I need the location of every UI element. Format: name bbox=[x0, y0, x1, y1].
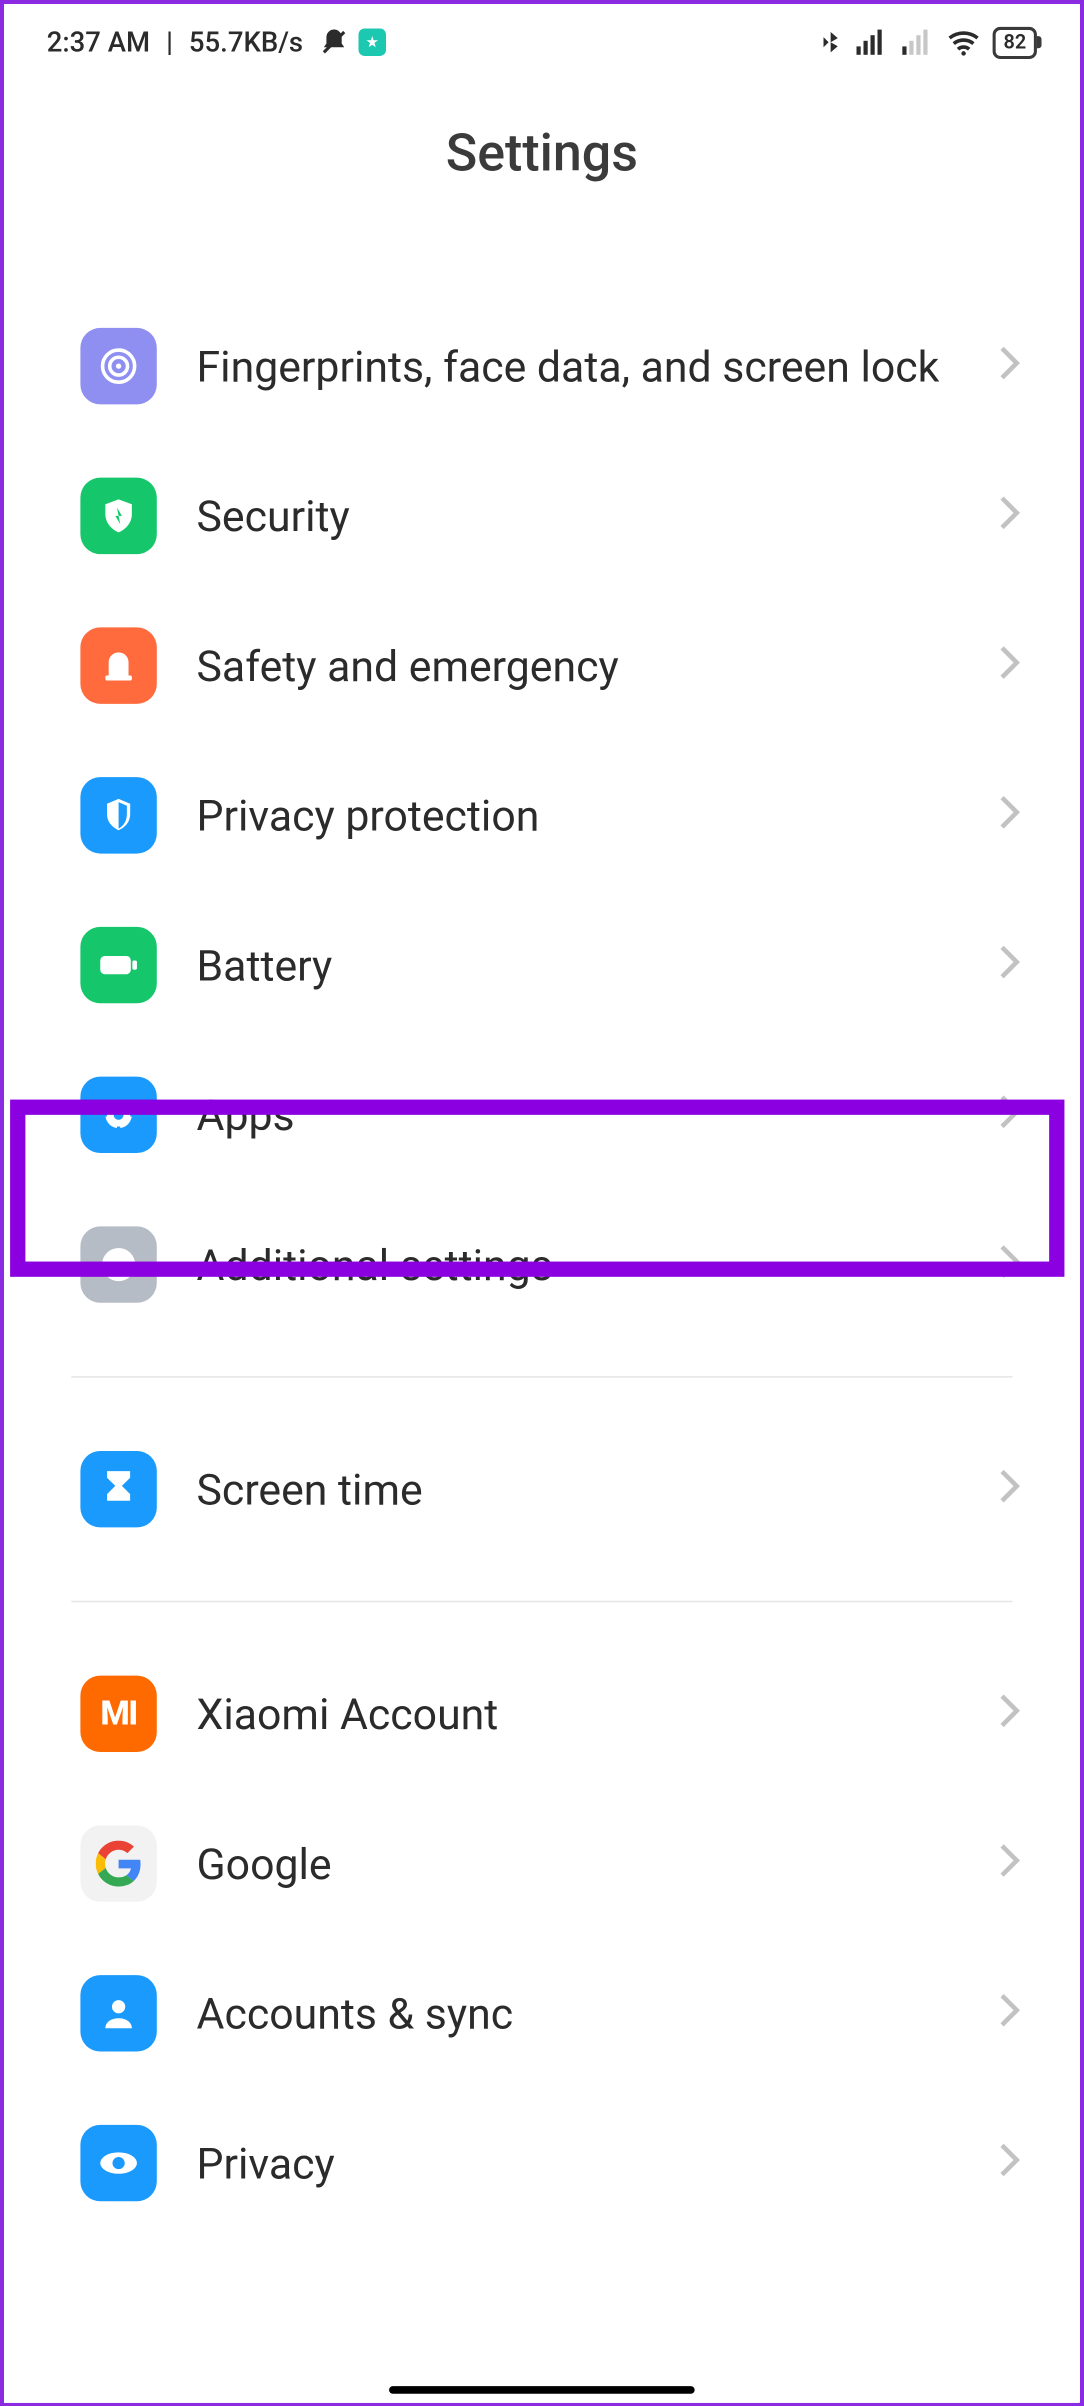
chevron-right-icon bbox=[997, 345, 1021, 388]
row-accounts-sync[interactable]: Accounts & sync bbox=[4, 1938, 1080, 2088]
row-privacy[interactable]: Privacy bbox=[4, 2088, 1080, 2238]
wifi-icon bbox=[947, 28, 981, 56]
chevron-right-icon bbox=[997, 1243, 1021, 1286]
settings-list: Fingerprints, face data, and screen lock… bbox=[4, 291, 1080, 2238]
status-time: 2:37 AM bbox=[47, 26, 150, 58]
row-label: Apps bbox=[157, 1088, 997, 1141]
person-icon bbox=[80, 1975, 156, 2051]
row-label: Accounts & sync bbox=[157, 1987, 997, 2040]
row-screentime[interactable]: Screen time bbox=[4, 1414, 1080, 1564]
section-divider bbox=[71, 1601, 1012, 1603]
bluetooth-icon bbox=[819, 27, 843, 58]
row-label: Privacy protection bbox=[157, 789, 997, 842]
chevron-right-icon bbox=[997, 644, 1021, 687]
chevron-right-icon bbox=[997, 2142, 1021, 2185]
apps-gear-icon bbox=[80, 1077, 156, 1153]
chevron-right-icon bbox=[997, 1468, 1021, 1511]
row-additional[interactable]: Additional settings bbox=[4, 1190, 1080, 1340]
row-label: Safety and emergency bbox=[157, 639, 997, 692]
row-label: Additional settings bbox=[157, 1238, 997, 1291]
row-fingerprints[interactable]: Fingerprints, face data, and screen lock bbox=[4, 291, 1080, 441]
battery-indicator: 82 bbox=[993, 26, 1037, 58]
page-title: Settings bbox=[4, 123, 1080, 184]
row-label: Screen time bbox=[157, 1462, 997, 1515]
chevron-right-icon bbox=[997, 494, 1021, 537]
chevron-right-icon bbox=[997, 1842, 1021, 1885]
chevron-right-icon bbox=[997, 1992, 1021, 2035]
row-google[interactable]: Google bbox=[4, 1789, 1080, 1939]
row-label: Security bbox=[157, 489, 997, 542]
phone-screen: 2:37 AM | 55.7KB/s 82 bbox=[4, 4, 1080, 2403]
row-security[interactable]: Security bbox=[4, 441, 1080, 591]
fingerprint-icon bbox=[80, 328, 156, 404]
chevron-right-icon bbox=[997, 1692, 1021, 1735]
row-battery[interactable]: Battery bbox=[4, 890, 1080, 1040]
privacy-shield-icon bbox=[80, 777, 156, 853]
mi-logo-icon: MI bbox=[80, 1676, 156, 1752]
row-label: Google bbox=[157, 1837, 997, 1890]
running-app-icon bbox=[358, 28, 386, 56]
do-not-disturb-icon bbox=[318, 27, 349, 58]
battery-icon bbox=[80, 927, 156, 1003]
row-label: Battery bbox=[157, 938, 997, 991]
row-label: Fingerprints, face data, and screen lock bbox=[157, 339, 997, 392]
signal-sim2-icon bbox=[901, 28, 935, 56]
google-logo-icon bbox=[80, 1825, 156, 1901]
shield-icon bbox=[80, 478, 156, 554]
row-label: Privacy bbox=[157, 2136, 997, 2189]
section-divider bbox=[71, 1376, 1012, 1378]
chevron-right-icon bbox=[997, 944, 1021, 987]
row-label: Xiaomi Account bbox=[157, 1687, 997, 1740]
eye-icon bbox=[80, 2125, 156, 2201]
row-apps[interactable]: Apps bbox=[4, 1040, 1080, 1190]
chevron-right-icon bbox=[997, 794, 1021, 837]
signal-sim1-icon bbox=[855, 28, 889, 56]
home-indicator[interactable] bbox=[389, 2386, 695, 2394]
chevron-right-icon bbox=[997, 1093, 1021, 1136]
more-icon bbox=[80, 1226, 156, 1302]
status-bar: 2:37 AM | 55.7KB/s 82 bbox=[4, 4, 1080, 80]
emergency-icon bbox=[80, 627, 156, 703]
status-separator: | bbox=[159, 26, 180, 58]
row-safety[interactable]: Safety and emergency bbox=[4, 591, 1080, 741]
hourglass-icon bbox=[80, 1451, 156, 1527]
status-speed: 55.7KB/s bbox=[189, 26, 303, 58]
row-xiaomi-account[interactable]: MI Xiaomi Account bbox=[4, 1639, 1080, 1789]
row-privacy-protection[interactable]: Privacy protection bbox=[4, 740, 1080, 890]
